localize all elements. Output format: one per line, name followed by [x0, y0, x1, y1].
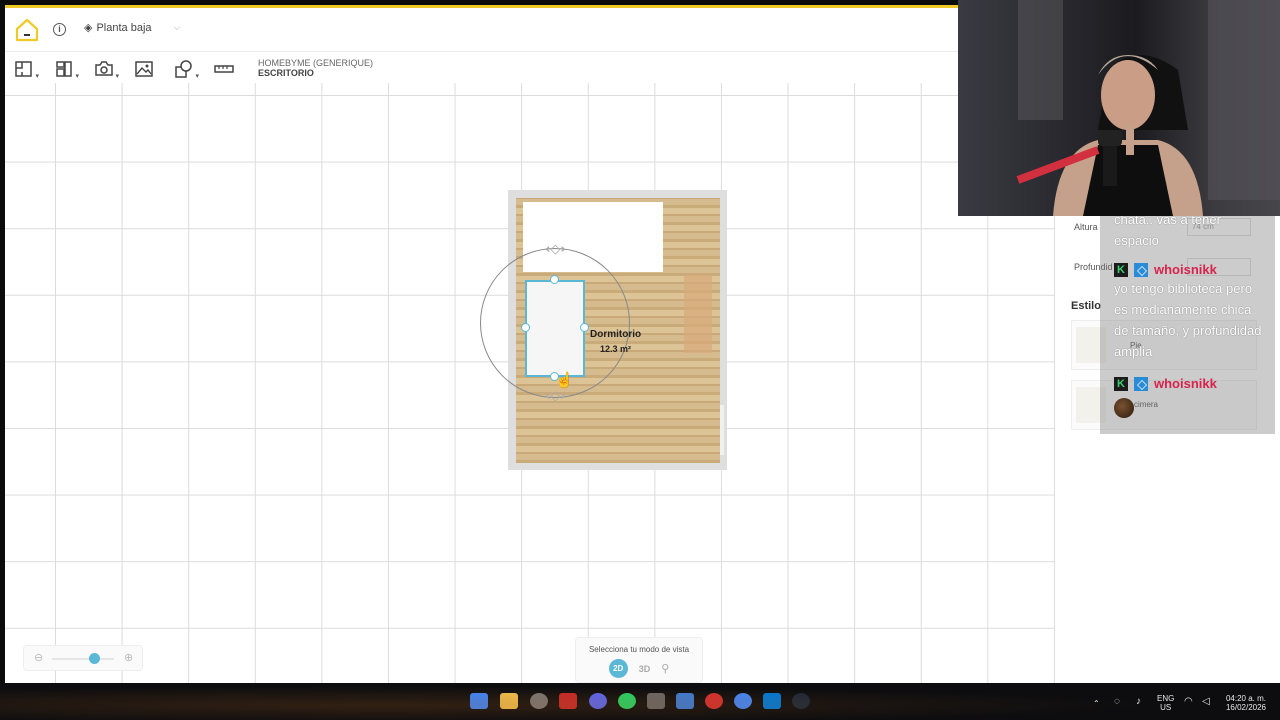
dropdown-arrow-icon: ▾: [75, 73, 79, 80]
homebyme-app: i ◈ Planta baja ⌵ ▾ ▾ ▾ ▾ HOMEBYME (GENE…: [5, 5, 1055, 683]
chat-username: K whoisnikk: [1114, 262, 1217, 277]
dropdown-arrow-icon: ▾: [35, 73, 39, 80]
app-icon[interactable]: [647, 693, 665, 709]
view-3d-button[interactable]: 3D: [639, 664, 651, 674]
volume-icon[interactable]: ◁: [1202, 697, 1210, 707]
app-icon[interactable]: [676, 693, 694, 709]
chevron-down-icon: ⌵: [173, 22, 181, 32]
ruler-icon[interactable]: [214, 59, 234, 79]
room-name: Dormitorio: [590, 329, 642, 340]
resize-handle[interactable]: [550, 275, 559, 284]
rotate-arrows-icon[interactable]: ‹◇›: [545, 242, 566, 257]
door-opening: [720, 405, 724, 455]
app-icon[interactable]: [763, 693, 781, 709]
layers-icon: ◈: [84, 22, 93, 34]
zoom-in-icon[interactable]: ⊕: [124, 651, 133, 664]
toolbar: ▾ ▾ ▾ ▾ HOMEBYME (GENERIQUE) ESCRITORIO: [5, 53, 1055, 83]
rotate-arrows-icon[interactable]: ‹◇›: [545, 389, 566, 404]
kick-badge-icon: K: [1114, 376, 1128, 391]
clock[interactable]: 04:20 a. m. 16/02/2026: [1222, 694, 1270, 712]
shape-icon[interactable]: ▾: [174, 59, 199, 80]
camera-icon[interactable]: ▾: [94, 59, 119, 80]
furniture-icon[interactable]: ▾: [54, 59, 79, 80]
windows-taskbar: ⌃ ◌ ♪ ENG US ◠ ◁ 04:20 a. m. 16/02/2026: [0, 683, 1280, 720]
zoom-slider-knob[interactable]: [89, 653, 100, 664]
zoom-control: ⊖ ⊕: [23, 645, 143, 671]
height-label: Altura: [1074, 222, 1098, 232]
app-icon[interactable]: [559, 693, 577, 709]
app-icon[interactable]: [530, 693, 548, 709]
top-bar: i ◈ Planta baja ⌵: [5, 8, 1055, 52]
steam-icon[interactable]: [792, 693, 810, 709]
view-mode-label: Selecciona tu modo de vista: [588, 645, 690, 654]
file-explorer-icon[interactable]: [500, 693, 518, 709]
selected-furniture[interactable]: [525, 280, 585, 377]
tray-chevron-icon[interactable]: ⌃: [1093, 699, 1100, 708]
floor-selector-label: Planta baja: [96, 21, 152, 34]
image-icon[interactable]: [134, 59, 154, 79]
language-indicator[interactable]: ENG US: [1157, 694, 1174, 712]
room-label[interactable]: Dormitorio 12.3 m²: [590, 327, 641, 357]
verified-badge-icon: [1134, 262, 1148, 277]
resize-handle[interactable]: [580, 323, 589, 332]
view-mode-selector: Selecciona tu modo de vista 2D 3D ⚲: [575, 637, 703, 683]
dropdown-arrow-icon: ▾: [115, 73, 119, 80]
project-info: HOMEBYME (GENERIQUE) ESCRITORIO: [258, 58, 373, 78]
stream-chat-overlay: chata.. vas a tener espacio K whoisnikk …: [1100, 212, 1275, 434]
view-2d-button[interactable]: 2D: [608, 659, 628, 678]
chat-message: yo tengo biblioteca pero es medianamente…: [1114, 281, 1262, 359]
project-name: ESCRITORIO: [258, 68, 314, 78]
wifi-icon[interactable]: ◠: [1184, 697, 1193, 707]
network-icon[interactable]: ◌: [1114, 697, 1120, 707]
info-icon[interactable]: i: [53, 23, 66, 36]
floorplan-icon[interactable]: ▾: [14, 59, 39, 80]
app-icon[interactable]: [705, 693, 723, 709]
walk-mode-icon[interactable]: ⚲: [661, 662, 669, 675]
home-logo-icon[interactable]: [14, 17, 40, 43]
chat-emote-icon: [1114, 398, 1134, 418]
hand-cursor-icon: ☝: [555, 372, 574, 389]
room-area: 12.3 m²: [600, 344, 632, 354]
chrome-icon[interactable]: [734, 693, 752, 709]
dropdown-arrow-icon: ▾: [195, 73, 199, 80]
microphone-icon[interactable]: ♪: [1136, 697, 1141, 707]
discord-icon[interactable]: [589, 693, 607, 709]
style-heading: Estilo: [1071, 300, 1101, 312]
zoom-slider-track[interactable]: [52, 658, 114, 660]
verified-badge-icon: [1134, 376, 1148, 391]
floorplan-canvas[interactable]: ‹◇› ‹◇› Dormitorio 12.3 m² ☝: [5, 83, 1055, 683]
zoom-out-icon[interactable]: ⊖: [34, 651, 43, 664]
chat-username: K whoisnikk: [1114, 376, 1217, 391]
project-brand: HOMEBYME (GENERIQUE): [258, 58, 374, 68]
windows-start-icon[interactable]: [470, 693, 488, 709]
kick-badge-icon: K: [1114, 262, 1128, 277]
webcam-overlay: [958, 0, 1280, 216]
floor-selector[interactable]: ◈ Planta baja ⌵: [84, 21, 181, 35]
wardrobe-furniture[interactable]: [684, 275, 712, 353]
streamer-webcam-image: [1016, 0, 1280, 216]
whatsapp-icon[interactable]: [618, 693, 636, 709]
resize-handle[interactable]: [521, 323, 530, 332]
